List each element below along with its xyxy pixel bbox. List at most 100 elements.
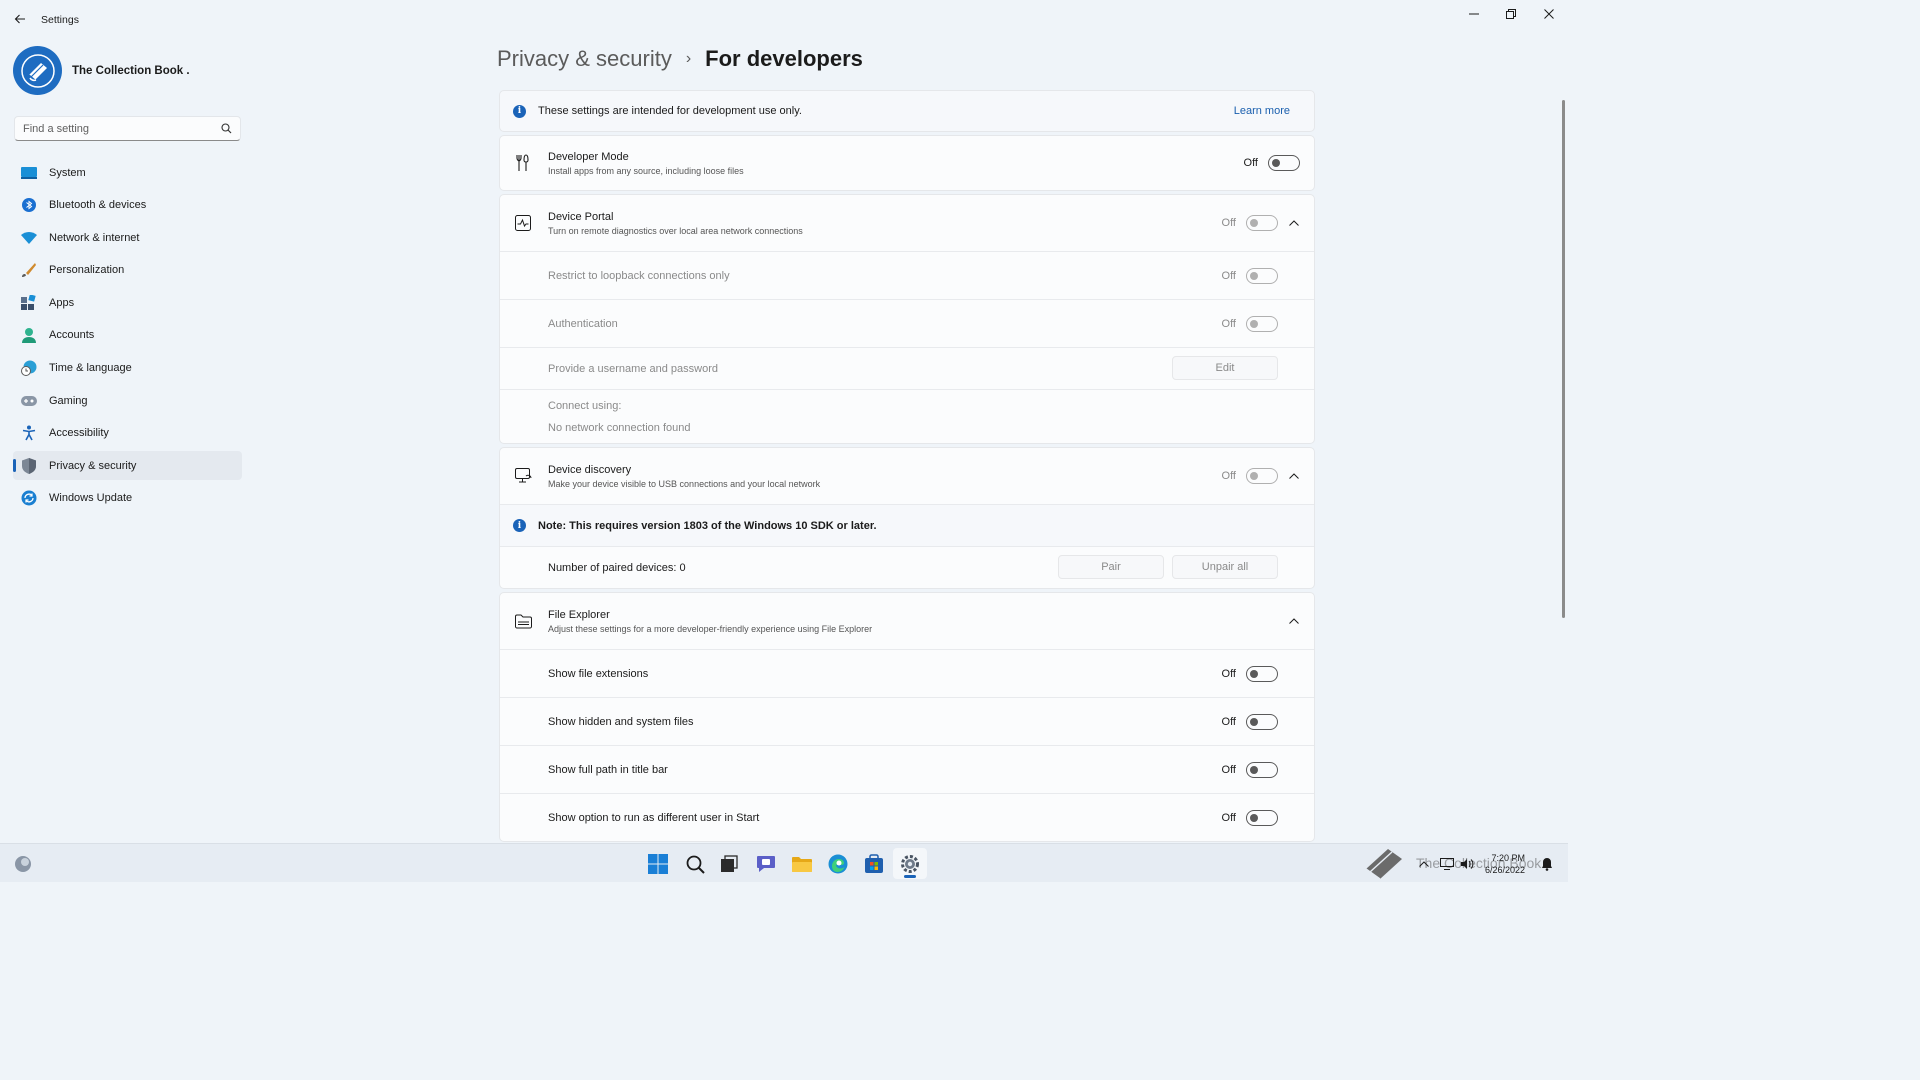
developer-mode-text: Developer Mode Install apps from any sou… [548, 151, 744, 176]
sidebar-item-system[interactable]: System [13, 158, 242, 187]
device-portal-toggle[interactable] [1246, 215, 1278, 231]
volume-icon[interactable] [1460, 853, 1474, 875]
close-button[interactable] [1534, 4, 1564, 24]
settings-gear-icon[interactable] [899, 853, 921, 875]
scrollbar[interactable] [1562, 100, 1565, 618]
sidebar-item-accessibility[interactable]: Accessibility [13, 419, 242, 448]
notification-bell-icon[interactable] [1540, 853, 1554, 875]
search-box[interactable] [14, 116, 241, 141]
device-discovery-toggle[interactable] [1246, 468, 1278, 484]
file-explorer-header[interactable]: File Explorer Adjust these settings for … [500, 593, 1314, 649]
connect-using-label: Connect using: [548, 400, 622, 412]
restore-icon [1506, 9, 1516, 19]
option-state: Off [1221, 667, 1236, 680]
file-explorer-option-row: Show full path in title bar Off [500, 745, 1314, 793]
search-icon[interactable] [221, 123, 232, 134]
unpair-all-button[interactable]: Unpair all [1172, 555, 1278, 579]
sidebar-nav: System Bluetooth & devices Network & int… [13, 158, 242, 517]
sidebar-item-privacy-security[interactable]: Privacy & security [13, 451, 242, 481]
chevron-up-icon[interactable] [1287, 614, 1301, 628]
device-discovery-title: Device discovery [548, 463, 632, 476]
file-explorer-option-row: Show option to run as different user in … [500, 793, 1314, 841]
loopback-state: Off [1221, 269, 1236, 282]
page-title: For developers [705, 46, 863, 71]
restore-button[interactable] [1496, 4, 1526, 24]
sidebar-item-apps[interactable]: Apps [13, 288, 242, 317]
widgets-icon[interactable] [12, 853, 34, 875]
sidebar-item-network[interactable]: Network & internet [13, 223, 242, 252]
breadcrumb-parent-link[interactable]: Privacy & security [497, 46, 672, 72]
show-hidden-files-toggle[interactable] [1246, 713, 1278, 730]
task-view-icon[interactable] [718, 853, 740, 875]
update-icon [21, 490, 37, 506]
device-discovery-subtitle: Make your device visible to USB connecti… [548, 478, 821, 489]
device-portal-text: Device Portal Turn on remote diagnostics… [548, 211, 803, 236]
pulse-icon [514, 214, 532, 232]
show-file-extensions-toggle[interactable] [1246, 665, 1278, 682]
avatar [13, 46, 62, 95]
chat-icon[interactable] [755, 853, 777, 875]
authentication-toggle[interactable] [1246, 315, 1278, 332]
file-explorer-icon[interactable] [791, 853, 813, 875]
sidebar-item-bluetooth[interactable]: Bluetooth & devices [13, 191, 242, 220]
pair-button[interactable]: Pair [1058, 555, 1164, 579]
sidebar-item-personalization[interactable]: Personalization [13, 256, 242, 285]
minimize-button[interactable] [1459, 4, 1489, 24]
option-title: Show option to run as different user in … [548, 811, 760, 824]
device-discovery-header[interactable]: Device discovery Make your device visibl… [500, 448, 1314, 504]
clock[interactable]: 7:20 PM 6/26/2022 [1485, 852, 1525, 876]
developer-mode-toggle[interactable] [1268, 155, 1300, 171]
option-toggle-group: Off [1222, 809, 1278, 826]
info-icon: i [513, 519, 526, 532]
info-text: These settings are intended for developm… [538, 105, 802, 117]
search-input[interactable] [23, 122, 221, 135]
tools-icon [514, 154, 532, 172]
option-title: Show hidden and system files [548, 715, 694, 728]
sidebar-item-gaming[interactable]: Gaming [13, 386, 242, 415]
info-banner: i These settings are intended for develo… [499, 90, 1315, 132]
sidebar-item-label: Accessibility [49, 427, 109, 440]
authentication-state: Off [1221, 317, 1236, 330]
sidebar-item-label: Personalization [49, 264, 125, 277]
loopback-toggle[interactable] [1246, 267, 1278, 284]
sidebar-item-accounts[interactable]: Accounts [13, 321, 242, 350]
device-discovery-toggle-group: Off [1222, 468, 1278, 484]
start-icon[interactable] [647, 853, 669, 875]
sidebar-item-label: Windows Update [49, 492, 133, 505]
back-button[interactable] [10, 9, 30, 29]
authentication-row: Authentication Off [500, 299, 1314, 347]
show-full-path-toggle[interactable] [1246, 761, 1278, 778]
paired-devices-row: Number of paired devices: 0 Pair Unpair … [500, 546, 1314, 588]
sidebar-item-time-language[interactable]: Time & language [13, 354, 242, 383]
chevron-up-icon[interactable] [1418, 853, 1430, 875]
sidebar-item-windows-update[interactable]: Windows Update [13, 484, 242, 513]
taskbar: The Collection Book 7:20 PM 6/26/2022 [0, 843, 1568, 882]
run-as-different-user-toggle[interactable] [1246, 809, 1278, 826]
store-icon[interactable] [863, 853, 885, 875]
edge-browser-icon[interactable] [827, 853, 849, 875]
apps-icon [21, 294, 37, 311]
file-explorer-option-row: Show file extensions Off [500, 649, 1314, 697]
user-profile[interactable]: The Collection Book . [13, 46, 190, 95]
time-text: 7:20 PM [1491, 853, 1526, 863]
sidebar-item-label: System [49, 166, 86, 179]
device-portal-header[interactable]: Device Portal Turn on remote diagnostics… [500, 195, 1314, 251]
book-logo-icon [1362, 845, 1406, 881]
sidebar-item-label: Apps [49, 296, 75, 309]
chevron-up-icon[interactable] [1287, 216, 1301, 230]
device-discovery-text: Device discovery Make your device visibl… [548, 464, 820, 489]
learn-more-link[interactable]: Learn more [1234, 105, 1290, 117]
edit-button[interactable]: Edit [1172, 356, 1278, 380]
search-icon[interactable] [684, 853, 706, 875]
breadcrumb-separator: › [685, 50, 692, 67]
option-toggle-group: Off [1222, 761, 1278, 778]
sidebar-item-label: Time & language [49, 362, 132, 375]
device-portal-card: Device Portal Turn on remote diagnostics… [499, 194, 1315, 444]
authentication-title: Authentication [548, 317, 618, 330]
loopback-title: Restrict to loopback connections only [548, 269, 730, 282]
loopback-toggle-group: Off [1221, 267, 1278, 284]
chevron-up-icon[interactable] [1287, 469, 1301, 483]
wifi-icon [21, 230, 37, 246]
network-icon[interactable] [1440, 853, 1454, 875]
close-icon [1544, 9, 1554, 19]
